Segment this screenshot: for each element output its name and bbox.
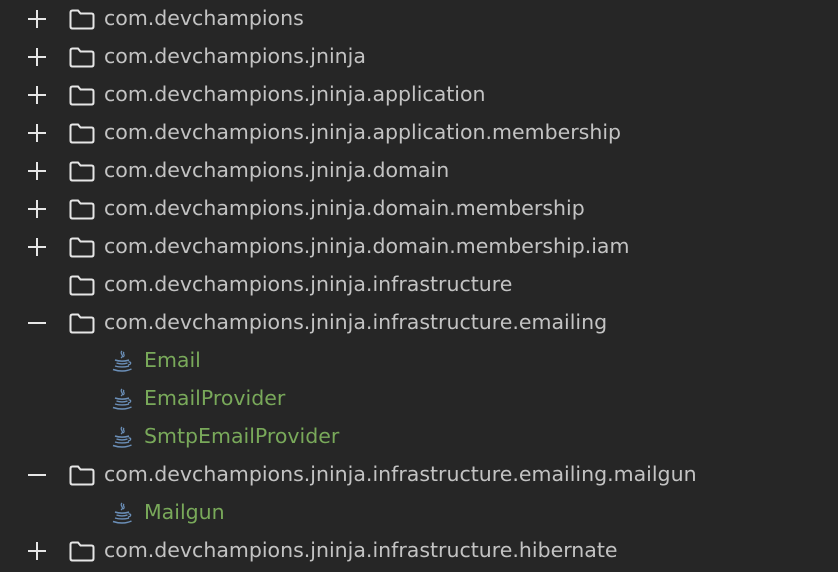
folder-icon [69, 304, 95, 342]
expand-plus-icon[interactable] [26, 228, 48, 266]
tree-row-package[interactable]: com.devchampions.jninja.infrastructure.e… [0, 304, 838, 342]
tree-row-java-file[interactable]: Email [0, 342, 838, 380]
folder-icon [69, 456, 95, 494]
tree-row-java-file[interactable]: EmailProvider [0, 380, 838, 418]
expand-plus-icon[interactable] [26, 190, 48, 228]
java-icon [110, 418, 134, 456]
expand-plus-icon[interactable] [26, 76, 48, 114]
collapse-minus-icon[interactable] [26, 456, 48, 494]
package-tree: com.devchampions com.devchampions.jninja… [0, 0, 838, 570]
package-label: com.devchampions.jninja.infrastructure.e… [104, 310, 608, 334]
tree-row-package[interactable]: com.devchampions.jninja.application.memb… [0, 114, 838, 152]
folder-icon [69, 114, 95, 152]
tree-row-package[interactable]: com.devchampions.jninja.domain.membershi… [0, 228, 838, 266]
folder-icon [69, 76, 95, 114]
java-icon [110, 494, 134, 532]
package-label: com.devchampions.jninja.domain [104, 158, 450, 182]
tree-row-package[interactable]: com.devchampions.jninja.application [0, 76, 838, 114]
tree-row-package[interactable]: com.devchampions [0, 0, 838, 38]
folder-icon [69, 0, 95, 38]
java-file-label: Mailgun [144, 500, 225, 524]
package-label: com.devchampions.jninja.application [104, 82, 486, 106]
tree-row-package[interactable]: com.devchampions.jninja [0, 38, 838, 76]
java-file-label: Email [144, 348, 201, 372]
tree-row-package[interactable]: com.devchampions.jninja.infrastructure.e… [0, 456, 838, 494]
package-label: com.devchampions.jninja.domain.membershi… [104, 196, 585, 220]
package-label: com.devchampions.jninja [104, 44, 366, 68]
expand-plus-icon[interactable] [26, 38, 48, 76]
tree-row-java-file[interactable]: SmtpEmailProvider [0, 418, 838, 456]
collapse-minus-icon[interactable] [26, 304, 48, 342]
tree-row-package[interactable]: com.devchampions.jninja.infrastructure.h… [0, 532, 838, 570]
package-label: com.devchampions [104, 6, 304, 30]
folder-icon [69, 532, 95, 570]
java-icon [110, 342, 134, 380]
package-label: com.devchampions.jninja.application.memb… [104, 120, 622, 144]
folder-icon [69, 152, 95, 190]
java-icon [110, 380, 134, 418]
tree-row-package[interactable]: com.devchampions.jninja.infrastructure [0, 266, 838, 304]
expand-plus-icon[interactable] [26, 532, 48, 570]
folder-icon [69, 190, 95, 228]
expand-plus-icon[interactable] [26, 114, 48, 152]
expand-plus-icon[interactable] [26, 152, 48, 190]
java-file-label: SmtpEmailProvider [144, 424, 340, 448]
folder-icon [69, 266, 95, 304]
expand-plus-icon[interactable] [26, 0, 48, 38]
package-label: com.devchampions.jninja.infrastructure [104, 272, 513, 296]
tree-row-package[interactable]: com.devchampions.jninja.domain.membershi… [0, 190, 838, 228]
tree-row-java-file[interactable]: Mailgun [0, 494, 838, 532]
package-label: com.devchampions.jninja.domain.membershi… [104, 234, 630, 258]
folder-icon [69, 38, 95, 76]
package-label: com.devchampions.jninja.infrastructure.h… [104, 538, 618, 562]
java-file-label: EmailProvider [144, 386, 286, 410]
tree-row-package[interactable]: com.devchampions.jninja.domain [0, 152, 838, 190]
folder-icon [69, 228, 95, 266]
package-label: com.devchampions.jninja.infrastructure.e… [104, 462, 697, 486]
